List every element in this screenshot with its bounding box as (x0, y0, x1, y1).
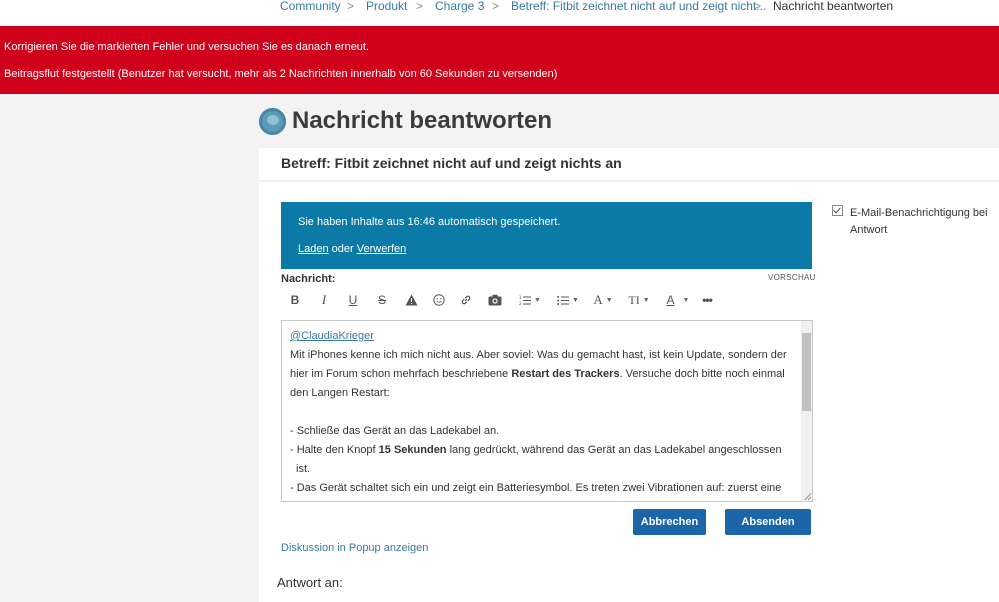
breadcrumb-charge-3[interactable]: Charge 3 (435, 0, 484, 13)
bold-icon: B (290, 293, 300, 307)
reply-to-label: Antwort an: (277, 575, 343, 590)
bullet-list-button[interactable]: ▼ (554, 290, 582, 310)
subject-title: Betreff: Fitbit zeichnet nicht auf und z… (281, 155, 622, 171)
insert-image-button[interactable] (487, 290, 503, 310)
italic-icon: I (321, 292, 327, 307)
text-style-icon: TI (628, 292, 640, 307)
speech-bubble-icon (259, 108, 286, 135)
error-banner: Korrigieren Sie die markierten Fehler un… (0, 26, 999, 94)
editor-step-3: - Das Gerät schaltet sich ein und zeigt … (290, 482, 782, 494)
font-size-icon: A (593, 292, 603, 307)
camera-icon (488, 294, 502, 306)
chevron-down-icon: ▼ (572, 296, 579, 304)
numbered-list-button[interactable]: 12 ▼ (516, 290, 544, 310)
chevron-down-icon: ▼ (682, 296, 690, 304)
strikethrough-button[interactable]: S (374, 290, 390, 310)
link-icon (461, 295, 471, 305)
editor-step-2: - Halte den Knopf 15 Sekunden lang gedrü… (290, 441, 790, 460)
font-color-icon: A (666, 293, 675, 307)
page-title: Nachricht beantworten (292, 107, 553, 134)
bold-button[interactable]: B (287, 290, 303, 310)
load-draft-link[interactable]: Laden (298, 243, 329, 255)
breadcrumb-separator: > (416, 0, 424, 13)
bullet-list-icon (557, 295, 570, 305)
message-editor[interactable]: @ClaudiaKrieger Mit iPhones kenne ich mi… (281, 320, 813, 502)
chevron-down-icon: ▼ (534, 296, 541, 304)
editor-paragraph: Mit iPhones kenne ich mich nicht aus. Ab… (290, 346, 790, 403)
editor-scrollbar[interactable] (801, 321, 812, 501)
chevron-down-icon: ▼ (642, 296, 650, 304)
breadcrumb-separator: > (347, 0, 355, 13)
insert-link-button[interactable] (458, 290, 474, 310)
warning-icon (405, 294, 417, 306)
breadcrumb-produkt[interactable]: Produkt (366, 0, 407, 13)
numbered-list-icon: 12 (519, 295, 532, 306)
editor-text: - Halte den Knopf (290, 444, 379, 456)
underline-button[interactable]: U (345, 290, 361, 310)
font-color-button[interactable]: A ▼ (664, 290, 692, 310)
breadcrumb: Community > Produkt > Charge 3 > Betreff… (0, 0, 999, 26)
error-message-correct: Korrigieren Sie die markierten Fehler un… (4, 41, 370, 53)
email-notification-checkbox[interactable] (832, 205, 843, 216)
editor-step-2-cont: ist. (296, 463, 311, 475)
breadcrumb-thread[interactable]: Betreff: Fitbit zeichnet nicht auf und z… (511, 0, 766, 13)
emoji-button[interactable] (431, 290, 447, 310)
font-size-button[interactable]: A ▼ (591, 290, 615, 310)
ellipsis-icon: ••• (702, 293, 713, 307)
error-message-flood: Beitragsflut festgestellt (Benutzer hat … (4, 68, 558, 80)
user-mention[interactable]: @ClaudiaKrieger (290, 330, 374, 342)
autosave-actions: Laden oder Verwerfen (298, 243, 406, 255)
more-options-button[interactable]: ••• (699, 290, 715, 310)
autosave-or: oder (331, 243, 354, 255)
discard-draft-link[interactable]: Verwerfen (357, 243, 407, 255)
svg-text:2: 2 (519, 301, 522, 306)
editor-bold-text: Restart des Trackers (511, 368, 620, 380)
autosave-message: Sie haben Inhalte aus 16:46 automatisch … (298, 216, 561, 228)
spoiler-button[interactable] (403, 290, 419, 310)
svg-text:1: 1 (519, 295, 522, 300)
breadcrumb-separator: > (492, 0, 500, 13)
message-label: Nachricht: (281, 273, 336, 285)
popup-discussion-link[interactable]: Diskussion in Popup anzeigen (281, 542, 428, 554)
breadcrumb-separator: > (754, 0, 762, 13)
editor-step-1: - Schließe das Gerät an das Ladekabel an… (290, 425, 500, 437)
strikethrough-icon: S (377, 293, 386, 307)
underline-icon: U (348, 293, 358, 307)
autosave-notice: Sie haben Inhalte aus 16:46 automatisch … (281, 202, 812, 269)
italic-button[interactable]: I (316, 290, 332, 310)
editor-bold-text: 15 Sekunden (378, 444, 447, 456)
editor-scrollbar-thumb[interactable] (802, 333, 811, 411)
text-style-button[interactable]: TI ▼ (627, 290, 651, 310)
breadcrumb-current: Nachricht beantworten (773, 0, 894, 13)
editor-toolbar: B I U S 12 ▼ ▼ A ▼ TI ▼ A ▼ ••• (281, 290, 812, 312)
email-notification-label[interactable]: E-Mail-Benachrichtigung bei Antwort (850, 205, 999, 239)
editor-content[interactable]: @ClaudiaKrieger Mit iPhones kenne ich mi… (290, 327, 790, 498)
breadcrumb-community[interactable]: Community (280, 0, 341, 13)
preview-link[interactable]: VORSCHAU (768, 273, 816, 282)
chevron-down-icon: ▼ (605, 296, 613, 304)
cancel-button[interactable]: Abbrechen (633, 509, 706, 535)
submit-button[interactable]: Absenden (725, 509, 811, 535)
resize-handle-icon[interactable] (804, 493, 811, 500)
editor-text: lang gedrückt, während das Gerät an das … (446, 444, 782, 456)
smiley-icon (433, 294, 445, 306)
